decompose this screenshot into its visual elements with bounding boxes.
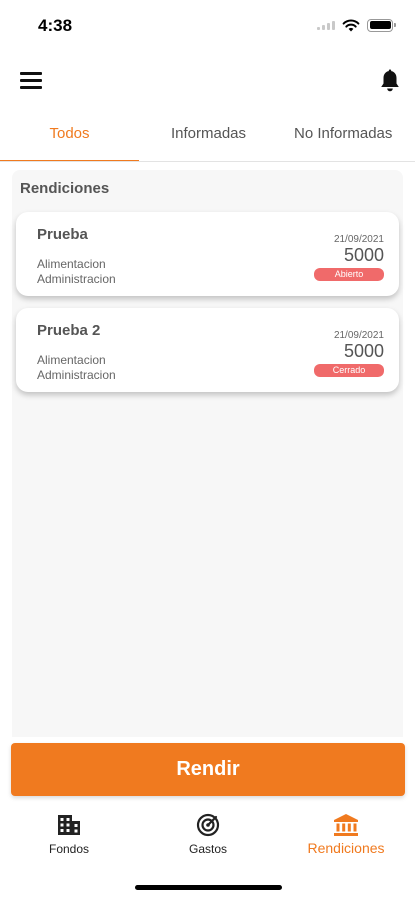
status-icons xyxy=(317,18,396,32)
section-title: Rendiciones xyxy=(20,180,110,197)
active-tab-indicator xyxy=(0,160,139,161)
nav-label-fondos: Fondos xyxy=(48,842,90,856)
card-date: 21/09/2021 xyxy=(333,234,384,245)
rendicion-card[interactable]: Prueba 2 Alimentacion Administracion 21/… xyxy=(16,308,399,392)
status-bar: 4:38 xyxy=(0,0,415,50)
card-department: Administracion xyxy=(37,272,116,286)
building-icon xyxy=(58,815,80,835)
card-amount: 5000 xyxy=(343,341,384,361)
battery-icon xyxy=(367,18,396,32)
card-title: Prueba 2 xyxy=(37,322,101,339)
home-indicator xyxy=(135,885,282,890)
nav-item-rendiciones[interactable]: Rendiciones xyxy=(277,812,415,856)
tab-bar: Todos Informadas No Informadas xyxy=(0,112,415,162)
tab-no-informadas[interactable]: No Informadas xyxy=(278,112,415,161)
wifi-icon xyxy=(342,19,360,32)
card-date: 21/09/2021 xyxy=(333,330,384,341)
status-time: 4:38 xyxy=(38,16,73,35)
nav-label-rendiciones: Rendiciones xyxy=(307,840,385,856)
nav-item-gastos[interactable]: Gastos xyxy=(139,812,277,856)
status-badge: Cerrado xyxy=(314,364,384,377)
nav-item-fondos[interactable]: Fondos xyxy=(0,812,138,856)
rendicion-card[interactable]: Prueba Alimentacion Administracion 21/09… xyxy=(16,212,399,296)
bell-icon[interactable] xyxy=(379,69,401,93)
card-amount: 5000 xyxy=(343,245,384,265)
bottom-nav: Fondos Gastos Rendiciones xyxy=(0,804,415,864)
tab-todos[interactable]: Todos xyxy=(0,112,139,161)
radar-icon xyxy=(196,813,220,837)
rendiciones-list: Rendiciones Prueba Alimentacion Administ… xyxy=(12,170,403,737)
nav-label-gastos: Gastos xyxy=(188,842,227,856)
card-category: Alimentacion xyxy=(37,257,106,271)
bank-icon xyxy=(334,814,358,836)
status-badge: Abierto xyxy=(314,268,384,281)
app-header xyxy=(0,60,415,104)
card-title: Prueba xyxy=(37,226,88,243)
card-department: Administracion xyxy=(37,368,116,382)
tab-informadas[interactable]: Informadas xyxy=(139,112,278,161)
rendir-button[interactable]: Rendir xyxy=(11,743,405,796)
card-category: Alimentacion xyxy=(37,353,106,367)
hamburger-menu-icon[interactable] xyxy=(20,72,42,90)
cellular-signal-icon xyxy=(317,20,335,30)
